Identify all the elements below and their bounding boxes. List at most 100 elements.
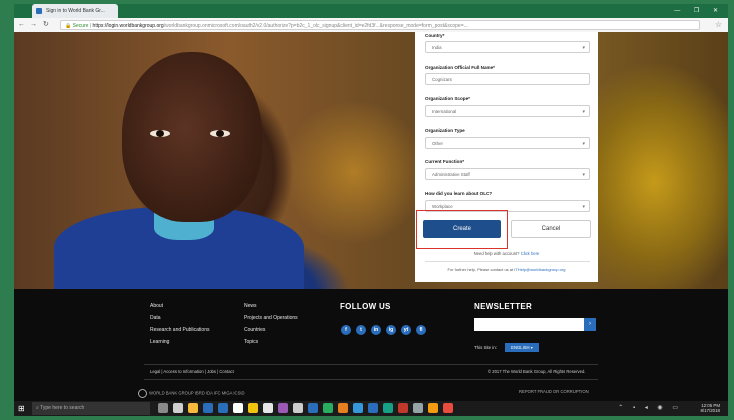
footer-col-1: About Data Research and Publications Lea…	[150, 303, 209, 351]
clock[interactable]: 12:05 PM 8/17/2018	[700, 403, 720, 413]
org-scope-label: Organization Scope*	[425, 96, 470, 101]
footer-link[interactable]: Data	[150, 315, 209, 321]
site-footer: About Data Research and Publications Lea…	[14, 289, 728, 385]
instagram-icon[interactable]: ig	[386, 325, 396, 335]
taskbar-app-icon[interactable]	[233, 403, 243, 413]
facebook-icon[interactable]: f	[341, 325, 351, 335]
app-frame: Sign in to World Bank Gr... — ❐ ✕ ← → ↻ …	[0, 0, 734, 420]
taskbar-app-icon[interactable]	[383, 403, 393, 413]
hero-eye-right	[210, 130, 230, 137]
report-fraud-link[interactable]: REPORT FRAUD OR CORRUPTION	[519, 389, 589, 394]
newsletter-submit-button[interactable]: ›	[584, 318, 596, 331]
hero-eye-left	[150, 130, 170, 137]
follow-us-title: FOLLOW US	[340, 302, 391, 311]
taskbar-app-icon[interactable]	[413, 403, 423, 413]
org-name-input[interactable]: Cognizant	[425, 73, 590, 85]
chevron-down-icon: ▾	[582, 204, 585, 210]
chevron-down-icon: ▾	[582, 109, 585, 115]
lock-icon: 🔒	[65, 23, 73, 29]
footer-link[interactable]: Projects and Operations	[244, 315, 298, 321]
taskbar-search-placeholder: Type here to search	[40, 405, 85, 411]
url-field[interactable]: 🔒 Secure | https://login.worldbankgroup.…	[60, 20, 700, 30]
taskbar-app-icon[interactable]	[173, 403, 183, 413]
bookmark-star-icon[interactable]: ☆	[715, 18, 722, 32]
country-select[interactable]: India ▾	[425, 41, 590, 53]
taskbar-app-icon[interactable]	[428, 403, 438, 413]
form-divider	[425, 261, 590, 262]
social-icons: f t in ig yt fl	[341, 318, 431, 336]
org-type-label: Organization Type	[425, 128, 465, 133]
twitter-icon[interactable]: t	[356, 325, 366, 335]
tray-icons[interactable]: ⌃ ▪ ◂ ◉ ▭	[618, 404, 682, 411]
footer-link[interactable]: About	[150, 303, 209, 309]
taskbar-search[interactable]: ⌕ Type here to search	[32, 402, 150, 415]
current-function-label: Current Function*	[425, 159, 465, 164]
newsletter-email-input[interactable]	[474, 318, 584, 331]
learn-about-value: Workplace	[432, 204, 453, 209]
taskbar-app-icon[interactable]	[158, 403, 168, 413]
taskbar-app-icon[interactable]	[263, 403, 273, 413]
current-function-select[interactable]: Administrative Staff ▾	[425, 168, 590, 180]
wbg-links[interactable]: WORLD BANK GROUP IBRD IDA IFC MIGA ICSID	[138, 389, 245, 398]
contact-text: For further help, Please contact us at	[447, 267, 514, 272]
footer-divider-2	[144, 379, 598, 380]
tab-title: Sign in to World Bank Gr...	[46, 8, 105, 14]
clock-date: 8/17/2018	[700, 408, 720, 413]
linkedin-icon[interactable]: in	[371, 325, 381, 335]
help-link[interactable]: Click here	[521, 251, 540, 256]
legal-links[interactable]: Legal | Access to Information | Jobs | C…	[150, 369, 234, 374]
current-function-value: Administrative Staff	[432, 172, 470, 177]
taskbar-app-icon[interactable]	[443, 403, 453, 413]
footer-link[interactable]: Learning	[150, 339, 209, 345]
site-in-label: This Site in:	[474, 345, 497, 350]
create-button[interactable]: Create	[423, 220, 501, 238]
country-label: Country*	[425, 33, 445, 38]
taskbar-app-icon[interactable]	[293, 403, 303, 413]
contact-email-link[interactable]: ITHelp@worldbankgroup.org	[514, 267, 565, 272]
footer-link[interactable]: Research and Publications	[150, 327, 209, 333]
taskbar-app-icon[interactable]	[398, 403, 408, 413]
taskbar-app-icon[interactable]	[323, 403, 333, 413]
taskbar-app-icon[interactable]	[308, 403, 318, 413]
country-value: India	[432, 45, 442, 50]
org-type-select[interactable]: Other ▾	[425, 137, 590, 149]
windows-start-icon[interactable]: ⊞	[18, 404, 25, 413]
taskbar-app-icon[interactable]	[248, 403, 258, 413]
hero-face	[122, 52, 262, 222]
org-scope-value: International	[432, 109, 457, 114]
taskbar-app-icon[interactable]	[278, 403, 288, 413]
taskbar-app-icon[interactable]	[338, 403, 348, 413]
contact-line: For further help, Please contact us at I…	[415, 267, 598, 272]
browser-tab[interactable]: Sign in to World Bank Gr...	[32, 4, 118, 18]
footer-bottom: WORLD BANK GROUP IBRD IDA IFC MIGA ICSID…	[14, 385, 728, 401]
footer-link[interactable]: Topics	[244, 339, 298, 345]
url-path: /worldbankgroup.onmicrosoft.com/oauth2/v…	[163, 23, 468, 29]
footer-link[interactable]: News	[244, 303, 298, 309]
taskbar-app-icon[interactable]	[188, 403, 198, 413]
reload-icon[interactable]: ↻	[43, 18, 49, 32]
copyright-text: © 2017 The World Bank Group, All Rights …	[488, 369, 586, 374]
taskbar-app-icon[interactable]	[368, 403, 378, 413]
taskbar-app-icon[interactable]	[353, 403, 363, 413]
taskbar-apps	[158, 403, 458, 416]
cancel-button[interactable]: Cancel	[511, 220, 591, 238]
window-controls[interactable]: — ❐ ✕	[674, 4, 724, 18]
signup-form: Country* India ▾ Organization Official Fu…	[415, 32, 598, 282]
org-type-value: Other	[432, 141, 443, 146]
youtube-icon[interactable]: yt	[401, 325, 411, 335]
address-bar: ← → ↻ 🔒 Secure | https://login.worldbank…	[14, 18, 728, 33]
wbg-logo-icon	[138, 389, 147, 398]
favicon-icon	[36, 8, 42, 14]
language-select[interactable]: ENGLISH ▾	[505, 343, 539, 352]
org-name-value: Cognizant	[432, 77, 452, 82]
forward-icon[interactable]: →	[30, 18, 37, 32]
learn-about-label: How did you learn about OLC?	[425, 191, 493, 196]
url-secure-label: Secure	[72, 23, 89, 29]
taskbar-app-icon[interactable]	[203, 403, 213, 413]
taskbar-app-icon[interactable]	[218, 403, 228, 413]
org-scope-select[interactable]: International ▾	[425, 105, 590, 117]
flickr-icon[interactable]: fl	[416, 325, 426, 335]
footer-link[interactable]: Countries	[244, 327, 298, 333]
org-name-label: Organization Official Full Name*	[425, 65, 495, 70]
back-icon[interactable]: ←	[18, 18, 25, 32]
